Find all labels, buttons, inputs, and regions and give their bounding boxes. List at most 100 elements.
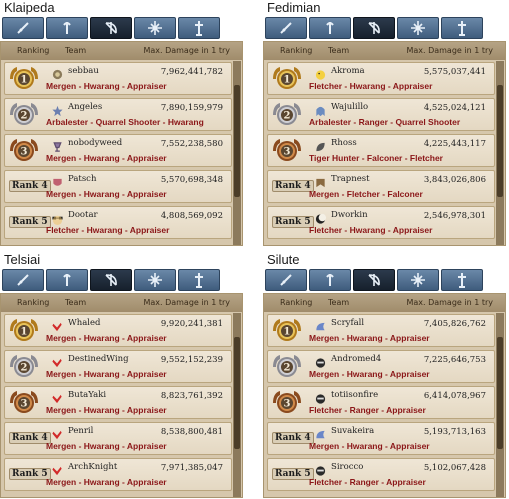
class-build: Mergen - Hwarang - Appraiser bbox=[46, 369, 167, 379]
damage-column-header: Max. Damage in 1 try bbox=[143, 46, 230, 55]
player-name: Sirocco bbox=[331, 462, 364, 472]
ranking-row[interactable]: 1 Akroma 5,575,037,441 Fletcher - Hwarang … bbox=[267, 62, 495, 95]
damage-column-header: Max. Damage in 1 try bbox=[406, 46, 493, 55]
redmark-icon bbox=[51, 390, 64, 404]
max-damage: 7,971,385,047 bbox=[160, 463, 223, 473]
svg-text:3: 3 bbox=[284, 399, 291, 410]
rank-medal-icon: 3 bbox=[270, 389, 304, 417]
ranking-row[interactable]: Rank 5 Dootar 4,808,569,092 Fletcher - Hwar… bbox=[4, 206, 232, 239]
staff-tab[interactable] bbox=[309, 269, 351, 291]
damage-column-header: Max. Damage in 1 try bbox=[143, 298, 230, 307]
ranking-row[interactable]: Rank 5 Dworkin 2,546,978,301 Fletcher - Hwa… bbox=[267, 206, 495, 239]
ranking-row[interactable]: Rank 4 Trapnest 3,843,026,806 Mergen - Flet… bbox=[267, 170, 495, 203]
staff-tab[interactable] bbox=[46, 17, 88, 39]
class-build: Mergen - Fletcher - Falconer bbox=[309, 189, 423, 199]
svg-text:2: 2 bbox=[21, 111, 28, 122]
sword-icon bbox=[280, 274, 292, 286]
banner-icon bbox=[314, 174, 327, 188]
bow-tab[interactable] bbox=[90, 269, 132, 291]
scrollbar-thumb[interactable] bbox=[234, 85, 240, 197]
svg-text:3: 3 bbox=[284, 147, 291, 158]
server-name: Klaipeda bbox=[4, 0, 55, 15]
max-damage: 9,552,152,239 bbox=[160, 355, 223, 365]
staff-tab[interactable] bbox=[46, 269, 88, 291]
max-damage: 8,823,761,392 bbox=[160, 391, 223, 401]
cleric-tab[interactable] bbox=[441, 269, 483, 291]
max-damage: 6,414,078,967 bbox=[423, 391, 486, 401]
ranking-row[interactable]: 2 Wajulillo 4,525,024,121 Arbalester - Ran… bbox=[267, 98, 495, 131]
cross-tab[interactable] bbox=[397, 17, 439, 39]
bow-tab[interactable] bbox=[353, 17, 395, 39]
ranking-row[interactable]: 2 Andromed4 7,225,646,753 Mergen - Hwarang… bbox=[267, 350, 495, 383]
cross-tab[interactable] bbox=[134, 17, 176, 39]
scrollbar[interactable] bbox=[496, 313, 504, 497]
staff-tab[interactable] bbox=[309, 17, 351, 39]
cross-tab[interactable] bbox=[397, 269, 439, 291]
sword-tab[interactable] bbox=[265, 269, 307, 291]
ranking-row[interactable]: 3 nobodyweed 7,552,238,580 Mergen - Hwaran… bbox=[4, 134, 232, 167]
rank-medal-icon: 2 bbox=[7, 101, 41, 129]
max-damage: 5,570,698,348 bbox=[160, 175, 223, 185]
server-panel: Telsiai Ranking Team Max. Damage in 1 try 1… bbox=[0, 252, 245, 498]
scrollbar-thumb[interactable] bbox=[234, 337, 240, 449]
ranking-row[interactable]: 1 Whaled 9,920,241,381 Mergen - Hwarang - … bbox=[4, 314, 232, 347]
class-build: Mergen - Hwarang - Appraiser bbox=[309, 369, 430, 379]
ranking-row[interactable]: 1 Scryfall 7,405,826,762 Mergen - Hwarang … bbox=[267, 314, 495, 347]
redmark-icon bbox=[51, 426, 64, 440]
ranking-row[interactable]: Rank 5 Sirocco 5,102,067,428 Fletcher - Ran… bbox=[267, 458, 495, 491]
ranking-row[interactable]: 1 sebbau 7,962,441,782 Mergen - Hwarang - … bbox=[4, 62, 232, 95]
server-panel: Silute Ranking Team Max. Damage in 1 try 1 … bbox=[263, 252, 508, 498]
cleric-icon bbox=[195, 273, 203, 288]
ranking-row[interactable]: Rank 4 Penril 8,538,800,481 Mergen - Hwaran… bbox=[4, 422, 232, 455]
sword-tab[interactable] bbox=[2, 17, 44, 39]
player-name: Angeles bbox=[68, 102, 103, 112]
player-name: Dworkin bbox=[331, 210, 368, 220]
rank-medal-icon: 1 bbox=[270, 317, 304, 345]
svg-text:1: 1 bbox=[284, 75, 291, 86]
class-build: Mergen - Hwarang - Appraiser bbox=[309, 333, 430, 343]
svg-text:1: 1 bbox=[284, 327, 291, 338]
cross-tab[interactable] bbox=[134, 269, 176, 291]
sword-tab[interactable] bbox=[2, 269, 44, 291]
ranking-row[interactable]: 3 ButaYaki 8,823,761,392 Mergen - Hwarang … bbox=[4, 386, 232, 419]
cleric-tab[interactable] bbox=[178, 269, 220, 291]
scrollbar-thumb[interactable] bbox=[497, 337, 503, 449]
wing-icon bbox=[314, 318, 327, 331]
ranking-row[interactable]: Rank 4 Patsch 5,570,698,348 Mergen - Hwaran… bbox=[4, 170, 232, 203]
server-panel: Klaipeda Ranking Team Max. Damage in 1 try … bbox=[0, 0, 245, 246]
sword-tab[interactable] bbox=[265, 17, 307, 39]
max-damage: 4,808,569,092 bbox=[160, 211, 223, 221]
rank-medal-icon: 3 bbox=[7, 137, 41, 165]
class-build: Mergen - Hwarang - Appraiser bbox=[46, 477, 167, 487]
staff-icon bbox=[326, 22, 334, 34]
damage-column-header: Max. Damage in 1 try bbox=[406, 298, 493, 307]
server-name: Telsiai bbox=[4, 252, 41, 267]
redmark-icon bbox=[51, 354, 64, 368]
rank-label: Rank 4 bbox=[9, 180, 51, 192]
ranking-row[interactable]: 3 totiisonfire 6,414,078,967 Fletcher - Ra… bbox=[267, 386, 495, 419]
scrollbar[interactable] bbox=[496, 61, 504, 245]
bow-tab[interactable] bbox=[90, 17, 132, 39]
scrollbar[interactable] bbox=[233, 313, 241, 497]
max-damage: 4,225,443,117 bbox=[423, 139, 486, 149]
cleric-icon bbox=[458, 21, 466, 36]
scrollbar-thumb[interactable] bbox=[497, 85, 503, 197]
max-damage: 5,193,713,163 bbox=[423, 427, 486, 437]
max-damage: 5,102,067,428 bbox=[423, 463, 486, 473]
ranking-row[interactable]: 3 Rhoss 4,225,443,117 Tiger Hunter - Falco… bbox=[267, 134, 495, 167]
cleric-tab[interactable] bbox=[178, 17, 220, 39]
rank-label: Rank 4 bbox=[272, 432, 314, 444]
ranking-row[interactable]: Rank 4 Suvakeira 5,193,713,163 Mergen - Hwa… bbox=[267, 422, 495, 455]
cleric-tab[interactable] bbox=[441, 17, 483, 39]
staff-icon bbox=[63, 22, 71, 34]
ranking-row[interactable]: Rank 5 ArchKnight 7,971,385,047 Mergen - Hw… bbox=[4, 458, 232, 491]
class-build: Mergen - Hwarang - Appraiser bbox=[309, 441, 430, 451]
cross-icon bbox=[148, 273, 162, 287]
scrollbar[interactable] bbox=[233, 61, 241, 245]
ranking-row[interactable]: 2 DestinedWing 9,552,152,239 Mergen - Hwar… bbox=[4, 350, 232, 383]
bow-tab[interactable] bbox=[353, 269, 395, 291]
ranking-row[interactable]: 2 Angeles 7,890,159,979 Arbalester - Quarr… bbox=[4, 98, 232, 131]
ranking-board: Ranking Team Max. Damage in 1 try 1 Whaled… bbox=[0, 293, 243, 498]
star-icon bbox=[51, 102, 64, 117]
cross-icon bbox=[148, 21, 162, 35]
